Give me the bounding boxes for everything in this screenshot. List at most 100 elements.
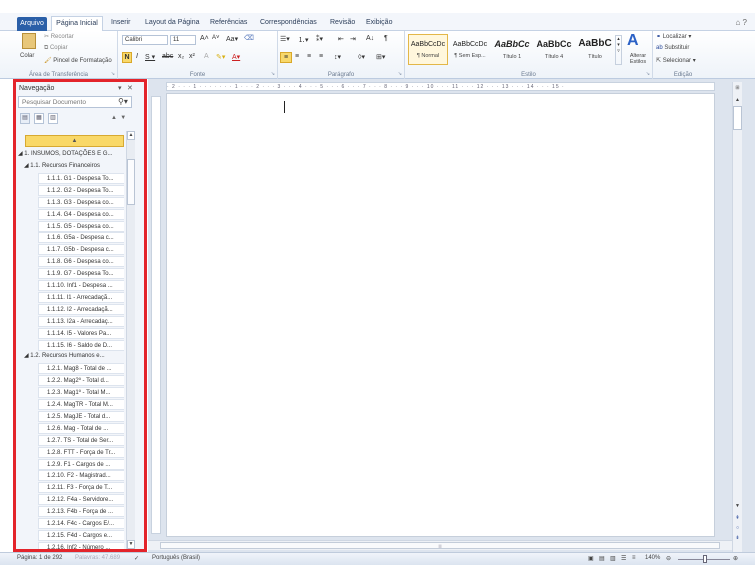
highlight-icon[interactable]: ✎▾ [216,53,225,61]
previous-page-icon[interactable]: ⇞ [733,514,742,523]
underline-button[interactable]: S ▾ [145,53,155,61]
styles-more-icon[interactable]: ▴ ▾ ▿ [615,35,622,65]
vertical-ruler[interactable] [151,96,161,534]
tree-heading-item[interactable]: 1.1.2. G2 - Despesa To... [38,184,124,196]
tab-home[interactable]: Página Inicial [51,16,103,31]
tab-view[interactable]: Exibição [361,16,397,31]
tree-heading-item[interactable]: 1.1.10. Inf1 - Despesa ... [38,280,124,291]
increase-indent-icon[interactable]: ⇥ [350,35,356,43]
next-heading-icon[interactable]: ▼ [120,115,126,121]
tree-heading-item[interactable]: 1.1.15. I6 - Saldo de D... [38,339,124,351]
tree-heading-item[interactable]: 1.2.4. MagTR - Total M... [38,399,124,410]
headings-view-icon[interactable]: ▤ [20,113,30,124]
paste-icon[interactable] [22,33,36,49]
tree-heading-item[interactable]: 1.2.11. F3 - Força de T... [38,482,124,494]
heading-top-bar[interactable]: ▲ [25,135,124,147]
tab-references[interactable]: Referências [205,16,252,31]
tree-heading-item[interactable]: 1.2.16. Inf2 - Número ... [38,541,124,549]
align-center-icon[interactable]: ≡ [295,53,299,60]
doc-scroll-up-icon[interactable]: ▲ [733,96,742,105]
font-launcher-icon[interactable]: ↘ [271,71,275,77]
paste-button[interactable]: Colar [20,53,34,59]
tree-section-item[interactable]: ◢ 1.2. Recursos Humanos e... [24,351,105,362]
shading-icon[interactable]: ◊▾ [358,53,365,61]
tree-heading-item[interactable]: 1.2.13. F4b - Força de ... [38,506,124,518]
tree-heading-item[interactable]: 1.1.14. I5 - Valores Pa... [38,327,124,339]
scroll-thumb[interactable] [127,159,135,205]
decrease-indent-icon[interactable]: ⇤ [338,35,344,43]
draft-view-icon[interactable]: ≡ [632,555,636,561]
replace-button[interactable]: ab Substituir [656,45,689,51]
cut-button[interactable]: ✂ Recortar [44,33,74,40]
superscript-button[interactable]: x² [189,53,195,60]
text-effects-icon[interactable]: A [204,53,209,60]
nav-search-input[interactable]: Pesquisar Documento [18,96,132,108]
change-case-button[interactable]: Aa▾ [226,35,238,43]
tab-page-layout[interactable]: Layout da Página [140,16,205,31]
pilcrow-icon[interactable]: ¶ [384,35,388,42]
ruler-toggle-icon[interactable]: ⊞ [733,84,742,93]
tree-heading-item[interactable]: 1.1.1. G1 - Despesa To... [38,172,124,184]
previous-heading-icon[interactable]: ▲ [111,115,117,121]
change-styles-button[interactable]: Alterar Estilos [625,53,651,65]
select-button[interactable]: ⇱ Selecionar ▾ [656,57,696,64]
style-no-spacing[interactable]: AaBbCcDc ¶ Sem Esp... [450,34,490,65]
zoom-level[interactable]: 140% [645,555,660,561]
tree-heading-item[interactable]: 1.2.15. F4d - Cargos e... [38,529,124,541]
tree-heading-item[interactable]: 1.1.5. G5 - Despesa co... [38,220,124,232]
pages-view-icon[interactable]: ▦ [34,113,44,124]
justify-icon[interactable]: ≡ [319,53,323,60]
tree-heading-item[interactable]: 1.2.3. Mag1º - Total M... [38,387,124,399]
numbering-icon[interactable]: ⒈▾ [298,35,309,45]
spelling-icon[interactable]: ✓ [134,555,139,562]
tree-heading-item[interactable]: 1.2.2. Mag2º - Total d... [38,375,124,387]
nav-scrollbar[interactable]: ▲ ▼ [126,131,135,549]
tree-heading-item[interactable]: 1.2.14. F4c - Cargos E/... [38,518,124,529]
paragraph-launcher-icon[interactable]: ↘ [398,71,402,77]
line-spacing-icon[interactable]: ↕▾ [334,53,341,61]
outline-view-icon[interactable]: ☰ [621,555,626,562]
tree-heading-item[interactable]: 1.1.13. I2a - Arrecadaç... [38,315,124,327]
doc-scroll-thumb[interactable] [733,106,742,130]
copy-button[interactable]: ⧉ Copiar [44,45,68,52]
change-styles-icon[interactable]: A [627,32,639,50]
horizontal-ruler[interactable]: · 2 · · · 1 · · · ⋅ · · · 1 · · · 2 · · … [166,82,715,91]
tab-file[interactable]: Arquivo [17,17,47,31]
full-screen-reading-icon[interactable]: ▤ [599,555,605,562]
tree-heading-item[interactable]: 1.1.8. G6 - Despesa co... [38,256,124,268]
print-layout-icon[interactable]: ▣ [588,555,594,562]
tree-heading-item[interactable]: 1.2.6. Mag - Total de ... [38,422,124,434]
scroll-up-icon[interactable]: ▲ [127,131,135,140]
word-count[interactable]: Palavras: 47.689 [75,555,120,561]
tree-heading-item[interactable]: 1.1.12. I2 - Arrecadaçã... [38,303,124,315]
style-normal[interactable]: AaBbCcDc ¶ Normal [408,34,448,65]
tree-root-item[interactable]: ◢ 1. INSUMOS, DOTAÇÕES E G... [18,149,113,160]
document-horizontal-scrollbar[interactable]: ||| [148,540,732,550]
style-heading-4[interactable]: AaBbCc Título 4 [534,34,574,65]
multilevel-list-icon[interactable]: ⁑▾ [316,35,323,43]
format-painter-button[interactable]: 🖌 Pincel de Formatação [44,57,112,64]
tree-heading-item[interactable]: 1.2.8. FTT - Força de Tr... [38,446,124,458]
bold-button[interactable]: N [122,52,132,63]
tree-heading-item[interactable]: 1.1.4. G4 - Despesa co... [38,208,124,220]
results-view-icon[interactable]: ▥ [48,113,58,124]
find-button[interactable]: ⚭ Localizar ▾ [656,33,691,40]
align-right-icon[interactable]: ≡ [307,53,311,60]
web-layout-icon[interactable]: ▥ [610,555,616,562]
clear-format-icon[interactable]: ⌫ [244,34,254,42]
styles-launcher-icon[interactable]: ↘ [646,71,650,77]
tree-heading-item[interactable]: 1.1.6. G5a - Despesa c... [38,232,124,244]
clipboard-launcher-icon[interactable]: ↘ [111,71,115,77]
tab-review[interactable]: Revisão [325,16,360,31]
style-title[interactable]: AaBbC Título [576,34,614,65]
zoom-out-icon[interactable]: ⊖ [666,555,671,562]
browse-object-icon[interactable]: ○ [733,524,742,533]
sort-icon[interactable]: A↓ [366,35,374,42]
tab-mailings[interactable]: Correspondências [255,16,322,31]
next-page-icon[interactable]: ⇟ [733,534,742,543]
tab-insert[interactable]: Inserir [106,16,135,31]
zoom-slider-knob[interactable] [703,555,707,563]
subscript-button[interactable]: x₂ [178,53,184,60]
tree-heading-item[interactable]: 1.1.3. G3 - Despesa co... [38,196,124,208]
language-status[interactable]: Português (Brasil) [152,555,200,561]
